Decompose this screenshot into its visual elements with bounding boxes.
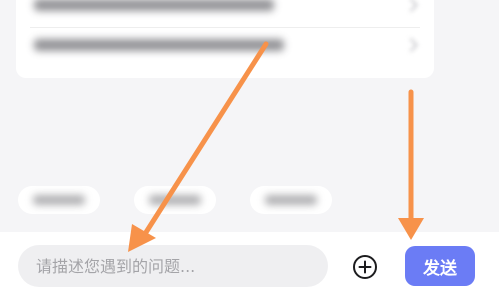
faq-item-text-blurred — [34, 0, 274, 11]
chip-label-blurred — [33, 195, 85, 205]
faq-item-text-blurred — [34, 39, 284, 51]
faq-card — [16, 0, 434, 78]
chevron-right-icon — [403, 37, 419, 53]
faq-item[interactable] — [34, 0, 274, 12]
message-composer: 发送 — [0, 232, 499, 298]
faq-divider — [30, 27, 420, 28]
quick-reply-chip[interactable] — [250, 186, 332, 214]
chip-label-blurred — [265, 195, 317, 205]
faq-item[interactable] — [34, 38, 284, 52]
chevron-right-icon — [403, 0, 419, 13]
add-attachment-button[interactable] — [352, 254, 378, 280]
quick-reply-chip[interactable] — [18, 186, 100, 214]
message-input[interactable] — [34, 255, 318, 277]
send-button[interactable]: 发送 — [405, 246, 475, 286]
quick-reply-chips — [18, 186, 332, 214]
quick-reply-chip[interactable] — [134, 186, 216, 214]
annotation-arrow-to-send — [398, 89, 424, 240]
message-input-container[interactable] — [18, 245, 328, 287]
chat-support-page: 发送 — [0, 0, 499, 298]
chip-label-blurred — [149, 195, 201, 205]
plus-circle-icon — [353, 255, 377, 279]
